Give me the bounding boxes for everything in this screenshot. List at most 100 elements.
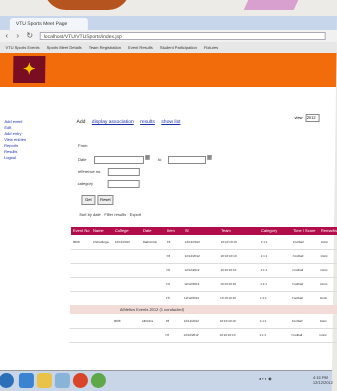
column-header: Event No [72,228,90,233]
sidebar-item[interactable]: Reports [4,143,18,148]
table-cell: Done [320,240,329,244]
table-cell: 12/12/2012 [183,333,199,337]
calendar-icon[interactable]: ▦ [144,155,151,162]
sidebar-item[interactable]: Logout [4,155,16,160]
chrome-icon[interactable] [90,373,107,388]
table-cell: Done [320,268,328,272]
reference-field[interactable] [107,168,140,176]
results-table: Event No Name College Date Item Sl Team … [69,227,337,387]
table-cell: Chitradurga [92,240,109,244]
site-logo: ✦ [13,56,46,83]
table-cell: Football [292,282,303,286]
action-link[interactable]: show list [161,119,180,125]
from-label: From [78,143,88,148]
calendar-icon[interactable]: ▦ [206,155,213,162]
table-cell: Football [292,296,303,300]
bookmark-item[interactable]: Event Results [128,45,153,50]
table-cell: 1:1:1 [260,240,268,244]
table-cell: 10:10:10:10 [220,240,237,244]
ie-icon[interactable] [18,373,35,388]
browser-tabstrip: VTU Sports Meet Page [0,16,337,30]
table-cell: 12/12/2012 [184,240,200,244]
table-cell: 1:1:1 [260,282,267,286]
sidebar-item[interactable]: Results [4,149,17,154]
table-row: F8 12/12/2012 10:10:10:10 1:1:1 Football Done [70,250,337,264]
table-cell: 10:10:10:10 [220,268,237,272]
column-header: Category [260,228,278,233]
action-link[interactable]: Add [76,119,85,125]
folder-icon[interactable] [36,373,53,388]
table-cell: Done [320,296,328,300]
get-button[interactable]: Get [81,195,96,205]
system-tray: ◂ ▪ ◐ ◉ [258,376,272,381]
site-banner: ✦ [0,53,337,87]
column-header: Time / Score [292,228,316,233]
table-cell: 12/12/2012 [184,254,200,258]
browser-tab[interactable]: VTU Sports Meet Page [9,18,88,30]
start-button[interactable] [0,373,15,388]
table-cell: 12/12/2012 [184,268,200,272]
table-cell: Athletics [141,319,154,323]
reset-button[interactable]: Reset [97,195,114,205]
bookmark-item[interactable]: Sports Meet Details [47,45,82,50]
reload-icon[interactable]: ↻ [25,31,35,41]
table-cell: Done [319,333,327,337]
column-header: Item [166,228,175,233]
table-cell: 1:1:1 [260,268,268,272]
to-label: to [157,157,162,162]
clock-date: 12/12/2012 [312,380,333,385]
view-select-value[interactable]: 2012 [305,114,320,122]
forward-icon[interactable]: › [13,31,23,41]
table-cell: 1:1:1 [260,296,267,300]
url-field[interactable]: localhost/VTU/VTUSports/index.jsp [39,32,326,40]
table-cell: F8 [165,319,170,323]
table-cell: 10:10:10:10 [220,254,237,258]
table-cell: 1:1:1 [259,333,267,337]
sidebar-item[interactable]: View entries [4,137,26,142]
view-select[interactable]: view 2012 [295,114,320,122]
back-icon[interactable]: ‹ [2,31,12,41]
table-cell: Football [292,268,304,272]
taskbar: ◂ ▪ ◐ ◉ 4:16 PM 12/12/2012 [0,370,333,391]
bookmark-item[interactable]: Fixtures [204,45,218,50]
bookmark-item[interactable]: Team Registration [89,45,121,50]
pink-object [243,0,299,10]
table-header: Event No Name College Date Item Sl Team … [70,227,337,235]
table-cell: F8 [166,296,170,300]
date-from-field[interactable] [93,156,145,164]
table-cell: F8 [166,240,171,244]
app-icon[interactable] [72,373,89,388]
date-label: Date [77,157,87,162]
table-row: F8 12/12/2012 10:10:10:10 1:1:1 Football Done [69,292,337,306]
column-header: College [114,228,129,233]
table-cell: 1:1:1 [259,319,267,323]
table-cell: 0008 [113,319,121,323]
bookmark-item[interactable]: Student Participation [160,45,197,50]
table-cell: 10:10:10:10 [220,282,237,286]
background-scene [0,0,337,16]
date-to-field[interactable] [167,156,207,164]
table-cell: Badminton [142,240,158,244]
table-cell: Football [292,240,304,244]
sidebar-item[interactable]: Add event [4,119,22,124]
sidebar-item[interactable]: Add entry [4,131,21,136]
main-content: view 2012 Add display association result… [61,87,337,387]
group-row: Athletics Events 2012 (1 conducted) [69,305,337,314]
view-select-label: view [294,115,303,121]
action-links: Add display association results show lis… [76,119,185,125]
action-link[interactable]: display association [92,119,134,125]
table-cell: F8 [165,333,170,337]
table-cell: Football [292,254,304,258]
column-header: Remarks [320,228,337,233]
table-cell: 12/12/2012 [184,296,200,300]
sidebar: Add event Edit Add entry View entries Re… [0,87,66,387]
action-link[interactable]: results [140,119,155,125]
category-field[interactable] [107,180,140,188]
table-row: F8 12/12/2012 10:10:10:10 1:1:1 Football Done [69,329,337,343]
media-icon[interactable] [54,373,71,388]
table-row: 0008 Chitradurga 12/12/2012 Badminton F8 12/1… [70,236,337,250]
column-header: Name [92,228,104,233]
sidebar-item[interactable]: Edit [4,125,11,130]
bookmark-item[interactable]: VTU Sports Events [6,45,40,50]
table-cell: 1:1:1 [260,254,268,258]
